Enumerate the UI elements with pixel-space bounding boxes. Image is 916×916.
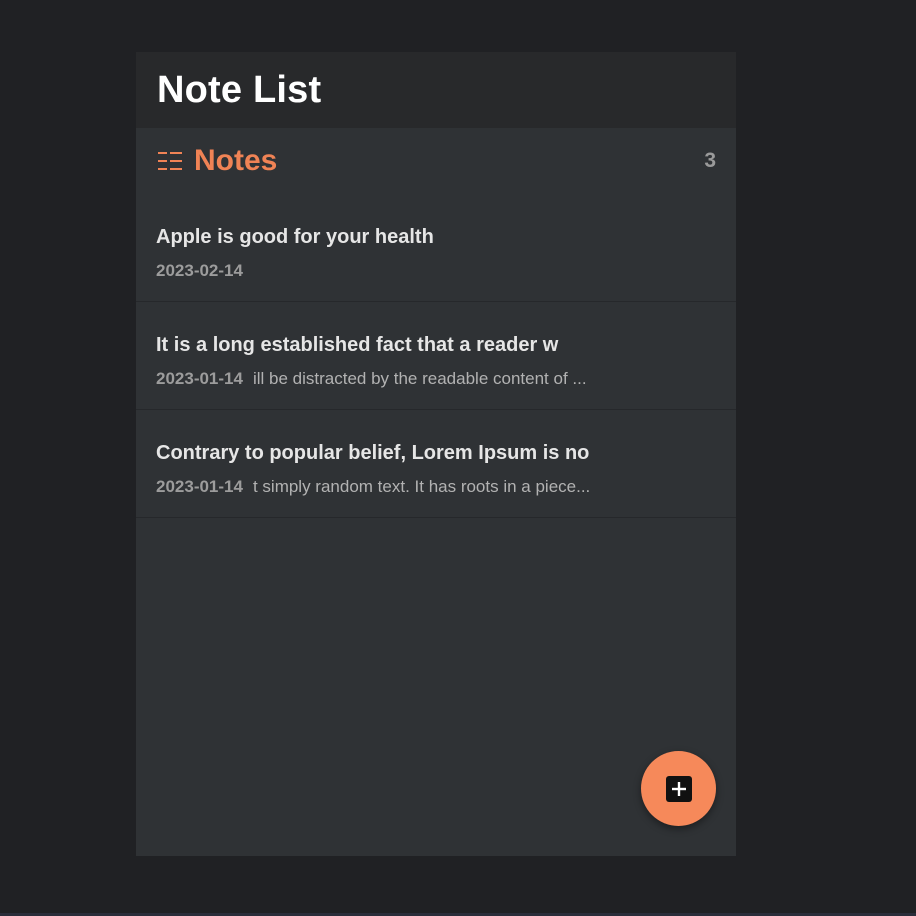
notes-count-badge: 3: [704, 149, 716, 172]
note-item[interactable]: Apple is good for your health 2023-02-14: [136, 194, 736, 302]
note-preview: t simply random text. It has roots in a …: [252, 477, 591, 496]
note-meta: 2023-02-14: [156, 261, 716, 281]
notes-section-header: Notes 3: [136, 128, 736, 194]
note-item[interactable]: It is a long established fact that a rea…: [136, 302, 736, 410]
notes-section-title: Notes: [194, 144, 278, 177]
list-icon: [157, 148, 183, 174]
note-date: 2023-02-14: [156, 261, 243, 280]
note-list: Apple is good for your health 2023-02-14…: [136, 194, 736, 518]
add-note-button[interactable]: [641, 751, 716, 826]
note-meta: 2023-01-14 ill be distracted by the read…: [156, 369, 716, 389]
app-title: Note List: [157, 68, 322, 111]
note-title: Apple is good for your health: [156, 226, 434, 248]
note-list-app: Note List Notes 3 Apple is good for your…: [136, 52, 736, 856]
note-item[interactable]: Contrary to popular belief, Lorem Ipsum …: [136, 410, 736, 518]
note-title: It is a long established fact that a rea…: [156, 334, 559, 356]
note-title: Contrary to popular belief, Lorem Ipsum …: [156, 442, 590, 464]
add-note-icon: [665, 775, 693, 803]
note-date: 2023-01-14: [156, 369, 243, 388]
note-meta: 2023-01-14 t simply random text. It has …: [156, 477, 716, 497]
app-header: Note List: [136, 52, 736, 128]
note-preview: ill be distracted by the readable conten…: [252, 369, 587, 388]
note-date: 2023-01-14: [156, 477, 243, 496]
